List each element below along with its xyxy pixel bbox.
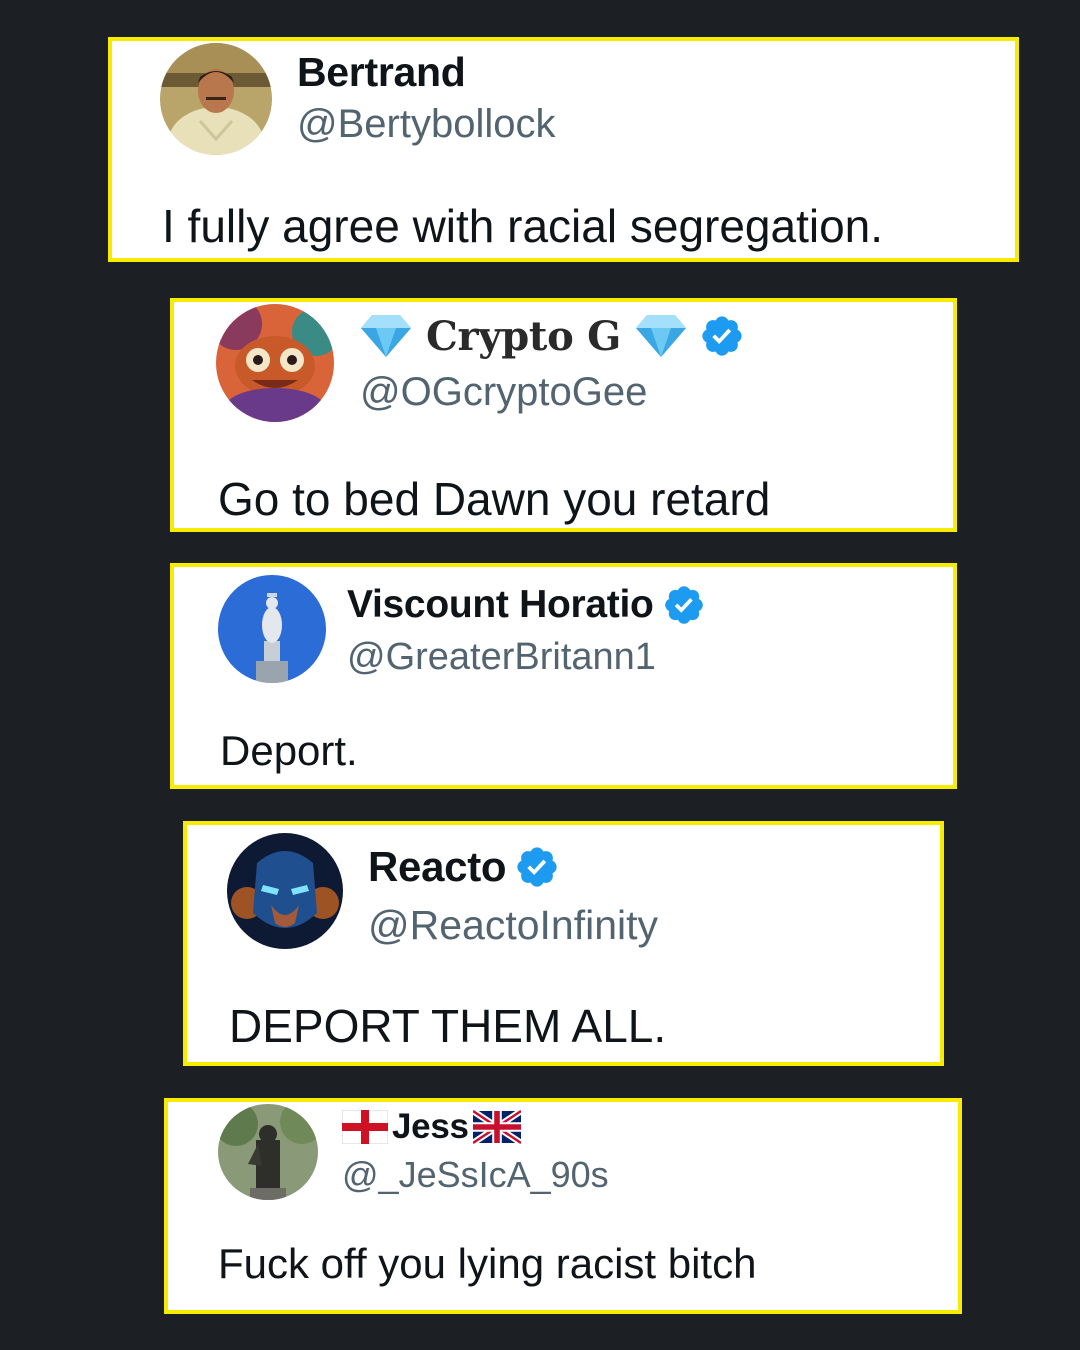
psychedelic-creature-avatar[interactable] — [216, 304, 334, 422]
tweet-card: Reacto @ReactoInfinity DEPORT THEM ALL. — [183, 821, 944, 1066]
verified-badge-icon — [699, 313, 745, 359]
tweet-author-name[interactable]: Bertrand — [297, 49, 466, 96]
nelson-statue-avatar[interactable] — [218, 575, 326, 683]
verified-badge-icon — [514, 844, 560, 890]
tweet-author-row: Crypto G — [360, 310, 745, 362]
tweet-author-handle[interactable]: @GreaterBritann1 — [347, 636, 656, 679]
uk-flag-icon — [472, 1110, 521, 1144]
robot-hero-avatar[interactable] — [227, 833, 343, 949]
tweet-author-name[interactable]: Crypto G — [426, 313, 621, 360]
tweet-author-row: Bertrand — [297, 45, 466, 99]
tweet-author-row: Reacto — [368, 842, 560, 892]
tweet-text: Fuck off you lying racist bitch — [218, 1240, 757, 1287]
tweet-author-row: Viscount Horatio — [347, 580, 706, 630]
tweet-text: DEPORT THEM ALL. — [229, 1000, 667, 1052]
tweet-card: Crypto G @OGcryptoGee Go to bed Dawn you… — [170, 298, 957, 532]
tweet-card: Bertrand @Bertybollock I fully agree wit… — [108, 37, 1019, 262]
tweet-text: Deport. — [220, 727, 358, 774]
tweet-author-row: Jess — [342, 1106, 521, 1148]
tweet-author-name[interactable]: Viscount Horatio — [347, 583, 654, 627]
verified-badge-icon — [662, 583, 706, 627]
tweet-author-name[interactable]: Reacto — [368, 843, 507, 891]
statue-avatar[interactable] — [218, 1104, 318, 1200]
tweet-author-name[interactable]: Jess — [392, 1107, 469, 1147]
diamond-icon — [360, 313, 412, 359]
tweet-card: Viscount Horatio @GreaterBritann1 Deport… — [170, 563, 957, 789]
england-flag-icon — [342, 1110, 388, 1144]
tweet-card: Jess @_JeSsIcA_90s Fuck off you lying ra… — [164, 1098, 962, 1314]
diamond-icon — [635, 313, 687, 359]
tweet-author-handle[interactable]: @_JeSsIcA_90s — [342, 1154, 609, 1196]
tweet-text: Go to bed Dawn you retard — [218, 473, 771, 525]
tweet-author-handle[interactable]: @Bertybollock — [297, 102, 555, 147]
man-in-suit-avatar[interactable] — [160, 43, 272, 155]
tweet-text: I fully agree with racial segregation. — [162, 200, 884, 252]
tweet-author-handle[interactable]: @ReactoInfinity — [368, 902, 658, 949]
tweet-author-handle[interactable]: @OGcryptoGee — [360, 370, 647, 415]
